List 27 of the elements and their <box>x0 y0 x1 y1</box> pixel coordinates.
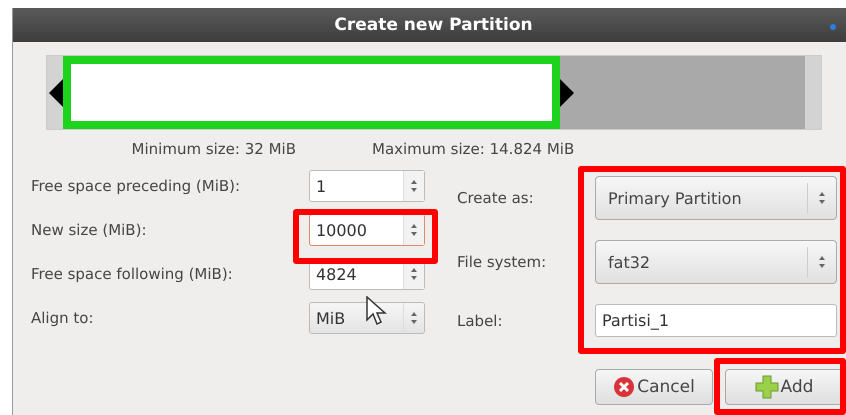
field-label: File system: <box>456 253 548 271</box>
field-label: Label: <box>456 312 504 330</box>
field-label: Free space preceding (MiB): <box>31 177 242 195</box>
field-label: Align to: <box>31 309 95 327</box>
add-button[interactable]: Add <box>725 369 843 405</box>
cancel-button[interactable]: Cancel <box>595 369 713 405</box>
unit-dropdown[interactable]: MiB <box>309 302 425 334</box>
spin-arrows-icon[interactable] <box>410 310 418 326</box>
title-bar: Create new Partition <box>13 8 846 42</box>
field-label: Create as: <box>456 189 535 207</box>
field-label: New size (MiB): <box>31 221 148 239</box>
mouse-cursor-icon <box>366 296 388 328</box>
spin-arrows-icon[interactable] <box>410 178 418 194</box>
spin-arrows-icon[interactable] <box>410 222 418 238</box>
field-label: Free space following (MiB): <box>31 265 234 283</box>
spin-arrows-icon[interactable] <box>818 254 826 270</box>
plus-icon <box>754 375 779 399</box>
spin-arrows-icon[interactable] <box>410 266 418 282</box>
spin-arrows-icon[interactable] <box>818 190 826 206</box>
dropdown[interactable]: Primary Partition <box>595 176 837 220</box>
minimum-size-text: Minimum size: 32 MiB <box>130 140 297 158</box>
number-field[interactable]: 1 <box>309 170 425 202</box>
maximum-size-text: Maximum size: 14.824 MiB <box>372 140 576 158</box>
dropdown[interactable]: fat32 <box>595 240 837 284</box>
number-field[interactable]: 10000 <box>309 214 425 246</box>
label-field[interactable]: Partisi_1 <box>595 304 837 337</box>
close-icon <box>613 376 636 398</box>
